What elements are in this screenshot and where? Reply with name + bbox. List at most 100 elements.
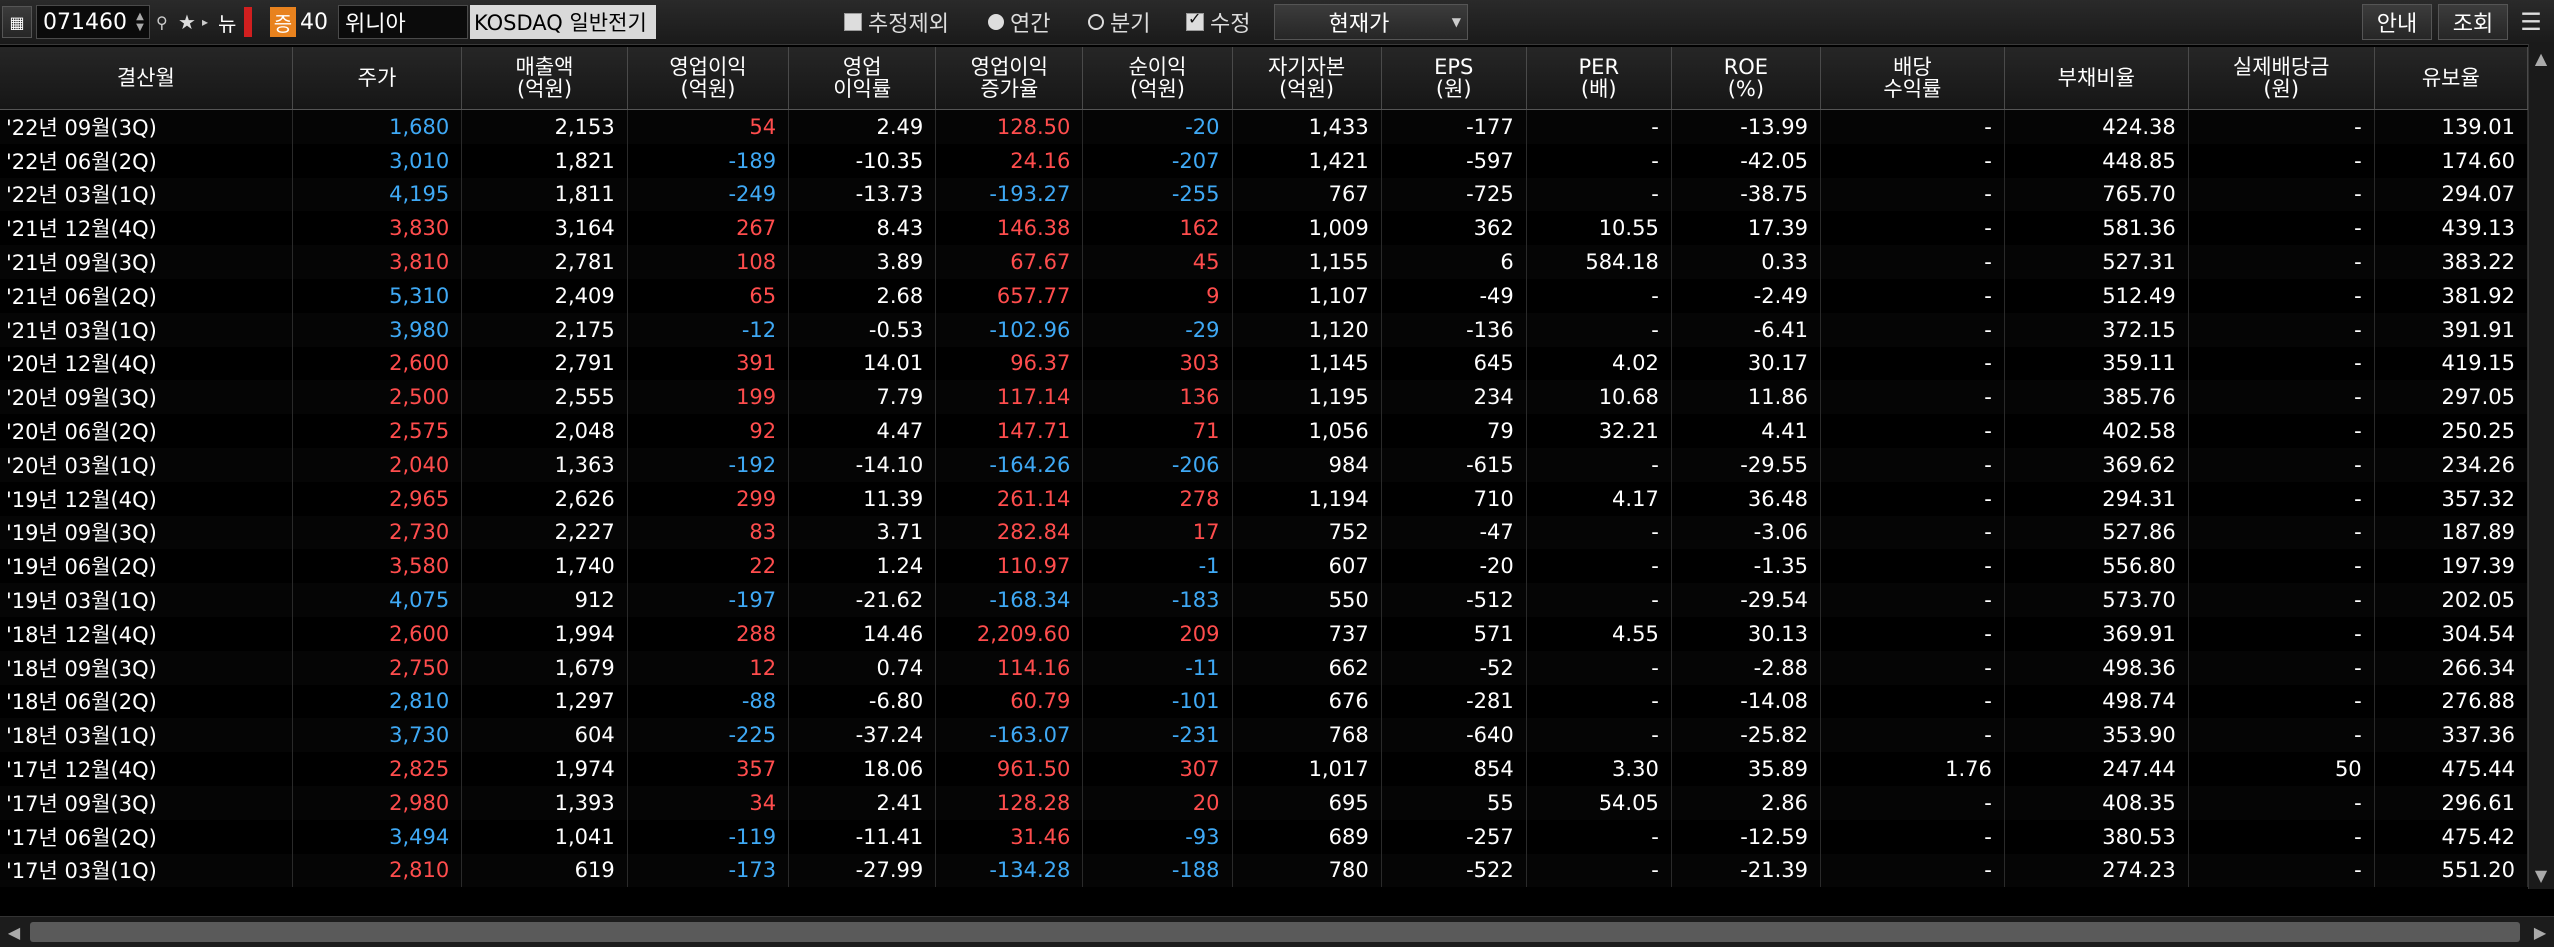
query-button[interactable]: 조회 [2438, 4, 2508, 40]
scroll-left-icon[interactable]: ◀ [2, 920, 26, 944]
table-cell: 114.16 [935, 650, 1084, 685]
company-name-field: 위니아 [338, 5, 468, 39]
table-cell: - [1526, 312, 1672, 347]
table-row[interactable]: '18년 03월(1Q) 3,730 604 -225 -37.24 -163.07 -23… [0, 718, 2529, 753]
annual-radio[interactable] [988, 14, 1004, 30]
column-header[interactable]: EPS (원) [1381, 47, 1527, 110]
table-row[interactable]: '22년 06월(2Q) 3,010 1,821 -189 -10.35 24.16 -20… [0, 143, 2529, 178]
column-header[interactable]: 영업 이익률 [788, 47, 937, 110]
table-cell: 14.01 [788, 346, 937, 381]
horizontal-scroll-thumb[interactable] [30, 922, 2520, 942]
revised-option[interactable]: 수정 [1186, 7, 1250, 37]
vertical-scrollbar[interactable]: ▲ ▼ [2528, 44, 2554, 889]
table-cell: 383.22 [2374, 245, 2529, 279]
table-row[interactable]: '17년 12월(4Q) 2,825 1,974 357 18.06 961.50 307 1… [0, 752, 2529, 786]
table-row[interactable]: '21년 09월(3Q) 3,810 2,781 108 3.89 67.67 45 1,15… [0, 245, 2529, 279]
table-row[interactable]: '18년 12월(4Q) 2,600 1,994 288 14.46 2,209.60 20… [0, 616, 2529, 651]
table-cell: - [1820, 785, 2005, 820]
grid-menu-icon[interactable]: ▦ [2, 6, 32, 38]
table-cell: 854 [1381, 752, 1527, 786]
table-row[interactable]: '19년 06월(2Q) 3,580 1,740 22 1.24 110.97 -1 607-… [0, 549, 2529, 584]
hamburger-menu-icon[interactable]: ☰ [2514, 6, 2548, 38]
table-row[interactable]: '19년 09월(3Q) 2,730 2,227 83 3.71 282.84 17 752-… [0, 515, 2529, 550]
column-header[interactable]: 배당 수익률 [1820, 47, 2005, 110]
table-row[interactable]: '20년 06월(2Q) 2,575 2,048 92 4.47 147.71 71 1,05… [0, 414, 2529, 448]
table-cell: 1,297 [461, 684, 628, 719]
exclude-estimate-option[interactable]: 추정제외 [844, 7, 949, 37]
table-cell: 3,730 [292, 718, 463, 753]
column-header[interactable]: ROE (%) [1671, 47, 1821, 110]
table-row[interactable]: '18년 06월(2Q) 2,810 1,297 -88 -6.80 60.79 -101 6… [0, 684, 2529, 719]
revised-label: 수정 [1210, 12, 1251, 37]
table-row[interactable]: '18년 09월(3Q) 2,750 1,679 12 0.74 114.16 -11 662… [0, 650, 2529, 685]
column-header[interactable]: 순이익 (억원) [1082, 47, 1233, 110]
search-icon[interactable]: ⚲ [156, 8, 176, 36]
quarterly-option[interactable]: 분기 [1088, 7, 1150, 37]
horizontal-scrollbar[interactable]: ◀ ▶ [0, 916, 2554, 947]
table-cell: -249 [627, 177, 790, 212]
table-cell: 1,017 [1232, 752, 1382, 786]
scroll-up-icon[interactable]: ▲ [2529, 46, 2553, 70]
period-cell: '19년 12월(4Q) [0, 481, 293, 516]
annual-option[interactable]: 연간 [988, 7, 1050, 37]
toolbar: ▦ 071460 ▲ ▼ ⚲ ★ ▸ 뉴 증 40 위니아 KOSDAQ 일반전기… [0, 0, 2554, 45]
table-row[interactable]: '19년 03월(1Q) 4,075 912 -197 -21.62 -168.34 -18… [0, 583, 2529, 617]
table-row[interactable]: '22년 03월(1Q) 4,195 1,811 -249 -13.73 -193.27-… [0, 177, 2529, 212]
guide-button[interactable]: 안내 [2362, 4, 2432, 40]
code-spinner-icon[interactable]: ▲ ▼ [130, 6, 150, 38]
arrow-right-icon[interactable]: ▸ [202, 8, 216, 36]
column-header[interactable]: PER (배) [1526, 47, 1672, 110]
table-cell: 961.50 [935, 752, 1084, 786]
scroll-down-icon[interactable]: ▼ [2529, 863, 2553, 887]
revised-checkbox[interactable] [1186, 9, 1204, 31]
table-row[interactable]: '21년 12월(4Q) 3,830 3,164 267 8.43 146.38 162 1,… [0, 211, 2529, 246]
table-row[interactable]: '17년 03월(1Q) 2,810 619 -173 -27.99 -134.28 -18… [0, 853, 2529, 888]
table-cell: 65 [627, 278, 790, 313]
table-cell: 147.71 [935, 414, 1084, 448]
table-cell: 7.79 [788, 380, 937, 415]
table-row[interactable]: '21년 03월(1Q) 3,980 2,175 -12 -0.53 -102.96 -29… [0, 312, 2529, 347]
scroll-right-icon[interactable]: ▶ [2528, 920, 2552, 944]
table-cell: - [1820, 177, 2005, 212]
table-row[interactable]: '20년 03월(1Q) 2,040 1,363 -192 -14.10 -164.26-… [0, 447, 2529, 482]
table-row[interactable]: '17년 09월(3Q) 2,980 1,393 34 2.41 128.28 20 695 5… [0, 785, 2529, 820]
quarterly-radio[interactable] [1088, 14, 1104, 30]
price-type-select[interactable]: 현재가 ▼ [1274, 4, 1468, 40]
table-cell: 0.33 [1671, 245, 1821, 279]
table-cell: 359.11 [2004, 346, 2189, 381]
column-header[interactable]: 결산월 [0, 47, 293, 110]
table-cell: 267 [627, 211, 790, 246]
column-header[interactable]: 유보율 [2374, 47, 2529, 110]
table-cell: 2,730 [292, 515, 463, 550]
column-header[interactable]: 실제배당금 (원) [2188, 47, 2375, 110]
table-cell: - [1820, 447, 2005, 482]
column-header[interactable]: 영업이익 증가율 [935, 47, 1084, 110]
table-cell: 2,227 [461, 515, 628, 550]
table-row[interactable]: '19년 12월(4Q) 2,965 2,626 299 11.39 261.14 278 1… [0, 481, 2529, 516]
column-header[interactable]: 자기자본 (억원) [1232, 47, 1382, 110]
table-cell: 581.36 [2004, 211, 2189, 246]
table-row[interactable]: '22년 09월(3Q) 1,680 2,153 54 2.49 128.50 -20 1,4… [0, 109, 2529, 144]
table-row[interactable]: '21년 06월(2Q) 5,310 2,409 65 2.68 657.77 9 1,107… [0, 278, 2529, 313]
table-cell: 380.53 [2004, 819, 2189, 854]
table-row[interactable]: '20년 12월(4Q) 2,600 2,791 391 14.01 96.37 303 1,… [0, 346, 2529, 381]
favorite-star-icon[interactable]: ★ [178, 8, 202, 36]
column-header[interactable]: 부채비율 [2004, 47, 2189, 110]
table-cell: 4.41 [1671, 414, 1821, 448]
table-row[interactable]: '17년 06월(2Q) 3,494 1,041 -119 -11.41 31.46 -93… [0, 819, 2529, 854]
period-cell: '18년 06월(2Q) [0, 684, 293, 719]
period-cell: '17년 03월(1Q) [0, 853, 293, 888]
table-cell: - [2188, 819, 2375, 854]
table-cell: - [1526, 819, 1672, 854]
column-header[interactable]: 영업이익 (억원) [627, 47, 790, 110]
table-cell: 362 [1381, 211, 1527, 246]
table-cell: - [1526, 549, 1672, 584]
table-cell: 571 [1381, 616, 1527, 651]
table-row[interactable]: '20년 09월(3Q) 2,500 2,555 199 7.79 117.14 136 1,… [0, 380, 2529, 415]
column-header[interactable]: 매출액 (억원) [461, 47, 628, 110]
table-cell: 162 [1082, 211, 1233, 246]
table-cell: -197 [627, 583, 790, 617]
table-cell: 266.34 [2374, 650, 2529, 685]
exclude-estimate-checkbox[interactable] [844, 13, 862, 31]
column-header[interactable]: 주가 [292, 47, 463, 110]
